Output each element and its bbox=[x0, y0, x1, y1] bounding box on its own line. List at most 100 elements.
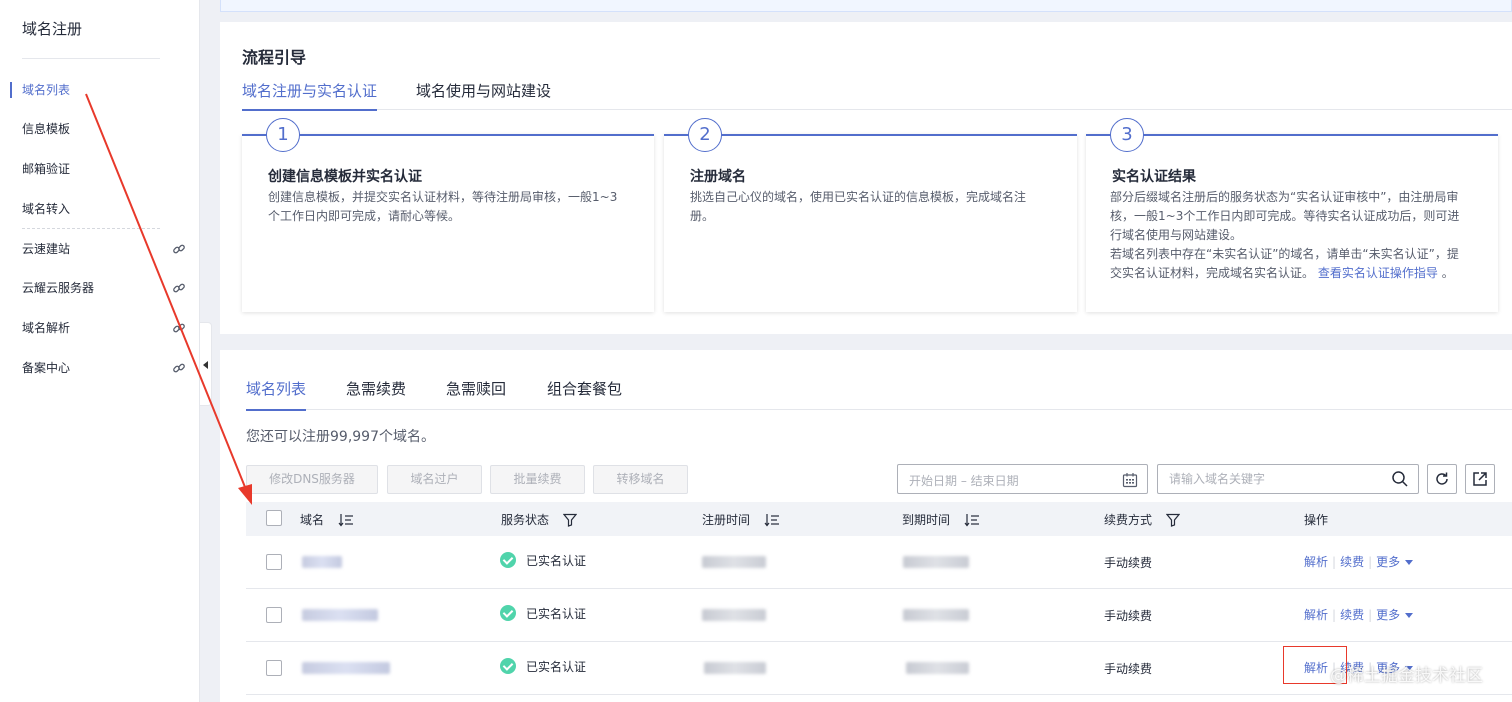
verify-guide-link[interactable]: 查看实名认证操作指导 bbox=[1318, 266, 1438, 280]
expire-time-redacted bbox=[906, 662, 969, 674]
resolve-link[interactable]: 解析 bbox=[1304, 608, 1328, 622]
row-checkbox[interactable] bbox=[266, 660, 282, 676]
row-actions: 解析 | 续费 | 更多 bbox=[1304, 606, 1414, 623]
domain-name-redacted[interactable] bbox=[302, 662, 390, 674]
register-time-redacted bbox=[702, 609, 766, 621]
status-text: 已实名认证 bbox=[526, 660, 587, 674]
sidebar-item-domain-transfer-in[interactable]: 域名转入 bbox=[0, 195, 200, 223]
transfer-domain-button[interactable]: 转移域名 bbox=[593, 465, 688, 494]
column-label: 域名 bbox=[300, 513, 325, 527]
register-time-redacted bbox=[702, 556, 766, 568]
table-header: 域名 服务状态 注册时间 到期时间 续费方式 操作 bbox=[246, 502, 1512, 536]
link-icon bbox=[173, 283, 185, 293]
step-desc: 创建信息模板，并提交实名认证材料，等待注册局审核，一般1~3 个工作日内即可完成… bbox=[268, 188, 617, 226]
domain-name-redacted[interactable] bbox=[302, 609, 378, 621]
modify-dns-button[interactable]: 修改DNS服务器 bbox=[246, 465, 378, 494]
export-icon bbox=[1473, 472, 1487, 486]
status-text: 已实名认证 bbox=[526, 607, 587, 621]
renew-link[interactable]: 续费 bbox=[1340, 608, 1364, 622]
step-number: 1 bbox=[266, 118, 300, 152]
column-header-domain[interactable]: 域名 bbox=[300, 511, 354, 528]
step-desc-text: 。 bbox=[1441, 266, 1454, 280]
sidebar-item-info-template[interactable]: 信息模板 bbox=[0, 115, 200, 143]
status-text: 已实名认证 bbox=[526, 554, 587, 568]
renew-mode: 手动续费 bbox=[1104, 662, 1153, 676]
sidebar-item-label: 域名列表 bbox=[22, 83, 71, 97]
status-badge: 已实名认证 bbox=[500, 552, 586, 569]
row-actions: 解析 | 续费 | 更多 bbox=[1304, 553, 1414, 570]
more-dropdown[interactable]: 更多 bbox=[1376, 608, 1414, 622]
search-icon[interactable] bbox=[1391, 470, 1409, 488]
quota-text: 您还可以注册99,997个域名。 bbox=[246, 429, 435, 445]
sidebar-title: 域名注册 bbox=[22, 20, 83, 38]
sidebar-item-site-builder[interactable]: 云速建站 bbox=[0, 235, 200, 263]
renew-link[interactable]: 续费 bbox=[1340, 555, 1364, 569]
step-desc-line: 册。 bbox=[690, 209, 715, 223]
column-header-register-time[interactable]: 注册时间 bbox=[702, 511, 780, 528]
link-icon bbox=[173, 363, 185, 373]
status-badge: 已实名认证 bbox=[500, 605, 586, 622]
sidebar-item-email-verify[interactable]: 邮箱验证 bbox=[0, 155, 200, 183]
more-label: 更多 bbox=[1376, 555, 1401, 569]
step-desc-text: 交实名认证材料，完成域名实名认证。 bbox=[1110, 266, 1315, 280]
more-dropdown[interactable]: 更多 bbox=[1376, 555, 1414, 569]
sidebar-item-label: 邮箱验证 bbox=[22, 162, 71, 176]
column-header-expire-time[interactable]: 到期时间 bbox=[902, 511, 980, 528]
date-range-picker[interactable]: 开始日期 – 结束日期 bbox=[897, 464, 1148, 494]
table-row: 已实名认证 手动续费 解析 | 续费 | 更多 bbox=[246, 589, 1512, 642]
export-button[interactable] bbox=[1465, 464, 1495, 494]
sidebar-item-cloud-server[interactable]: 云耀云服务器 bbox=[0, 274, 200, 302]
column-header-status[interactable]: 服务状态 bbox=[501, 511, 578, 528]
divider bbox=[22, 228, 160, 229]
step-card-1: 1 创建信息模板并实名认证 创建信息模板，并提交实名认证材料，等待注册局审核，一… bbox=[242, 118, 654, 312]
step-desc-line: 行域名使用与网站建设。 bbox=[1110, 228, 1243, 242]
sort-icon[interactable] bbox=[764, 513, 780, 527]
link-icon bbox=[173, 323, 185, 333]
batch-renew-button[interactable]: 批量续费 bbox=[490, 465, 585, 494]
status-badge: 已实名认证 bbox=[500, 658, 586, 675]
renew-mode: 手动续费 bbox=[1104, 556, 1153, 570]
column-header-renew-mode[interactable]: 续费方式 bbox=[1104, 511, 1181, 528]
tab-domain-list[interactable]: 域名列表 bbox=[246, 378, 307, 411]
transfer-owner-button[interactable]: 域名过户 bbox=[387, 465, 482, 494]
row-checkbox[interactable] bbox=[266, 607, 282, 623]
step-desc-line: 挑选自己心仪的域名，使用已实名认证的信息模板，完成域名注 bbox=[690, 190, 1027, 204]
sidebar-item-domain-list[interactable]: 域名列表 bbox=[0, 76, 200, 104]
step-desc-line: 核，一般1~3个工作日内即可完成。等待实名认证成功后，则可进 bbox=[1110, 209, 1460, 223]
sidebar-item-dns[interactable]: 域名解析 bbox=[0, 314, 200, 342]
check-circle-icon bbox=[500, 552, 516, 568]
tab-usage-site[interactable]: 域名使用与网站建设 bbox=[416, 80, 551, 110]
domain-name-redacted[interactable] bbox=[302, 556, 342, 568]
chevron-down-icon bbox=[1405, 613, 1414, 618]
sidebar: 域名注册 域名列表 信息模板 邮箱验证 域名转入 云速建站 云耀云服务器 域名解… bbox=[0, 0, 200, 702]
check-circle-icon bbox=[500, 605, 516, 621]
row-checkbox[interactable] bbox=[266, 554, 282, 570]
tab-bundle[interactable]: 组合套餐包 bbox=[547, 378, 622, 410]
sidebar-item-label: 云耀云服务器 bbox=[22, 281, 95, 295]
domain-search-input[interactable] bbox=[1157, 464, 1419, 494]
resolve-link[interactable]: 解析 bbox=[1304, 555, 1328, 569]
sort-icon[interactable] bbox=[964, 513, 980, 527]
step-desc-line: 创建信息模板，并提交实名认证材料，等待注册局审核，一般1~3 bbox=[268, 190, 618, 204]
tab-register-verify[interactable]: 域名注册与实名认证 bbox=[242, 80, 378, 111]
refresh-icon bbox=[1436, 472, 1448, 485]
sidebar-collapse-toggle[interactable] bbox=[200, 322, 212, 406]
column-label: 注册时间 bbox=[702, 513, 751, 527]
guide-tabs: 域名注册与实名认证 域名使用与网站建设 bbox=[242, 80, 1512, 111]
chevron-down-icon bbox=[1405, 560, 1414, 565]
sort-icon[interactable] bbox=[338, 513, 354, 527]
filter-icon[interactable] bbox=[562, 513, 578, 527]
table-row: 已实名认证 手动续费 解析 | 续费 | 更多 bbox=[246, 536, 1512, 589]
step-title: 注册域名 bbox=[690, 169, 746, 185]
sidebar-item-label: 域名转入 bbox=[22, 202, 71, 216]
column-header-actions: 操作 bbox=[1304, 513, 1329, 527]
step-desc: 部分后缀域名注册后的服务状态为“实名认证审核中”，由注册局审 核，一般1~3个工… bbox=[1110, 188, 1459, 283]
expire-time-redacted bbox=[903, 609, 969, 621]
tab-urgent-redeem[interactable]: 急需赎回 bbox=[446, 378, 506, 410]
sidebar-item-icp[interactable]: 备案中心 bbox=[0, 354, 200, 382]
refresh-button[interactable] bbox=[1427, 464, 1457, 494]
select-all-checkbox[interactable] bbox=[266, 510, 282, 526]
filter-icon[interactable] bbox=[1165, 513, 1181, 527]
register-time-redacted bbox=[704, 662, 766, 674]
tab-urgent-renew[interactable]: 急需续费 bbox=[346, 378, 406, 410]
